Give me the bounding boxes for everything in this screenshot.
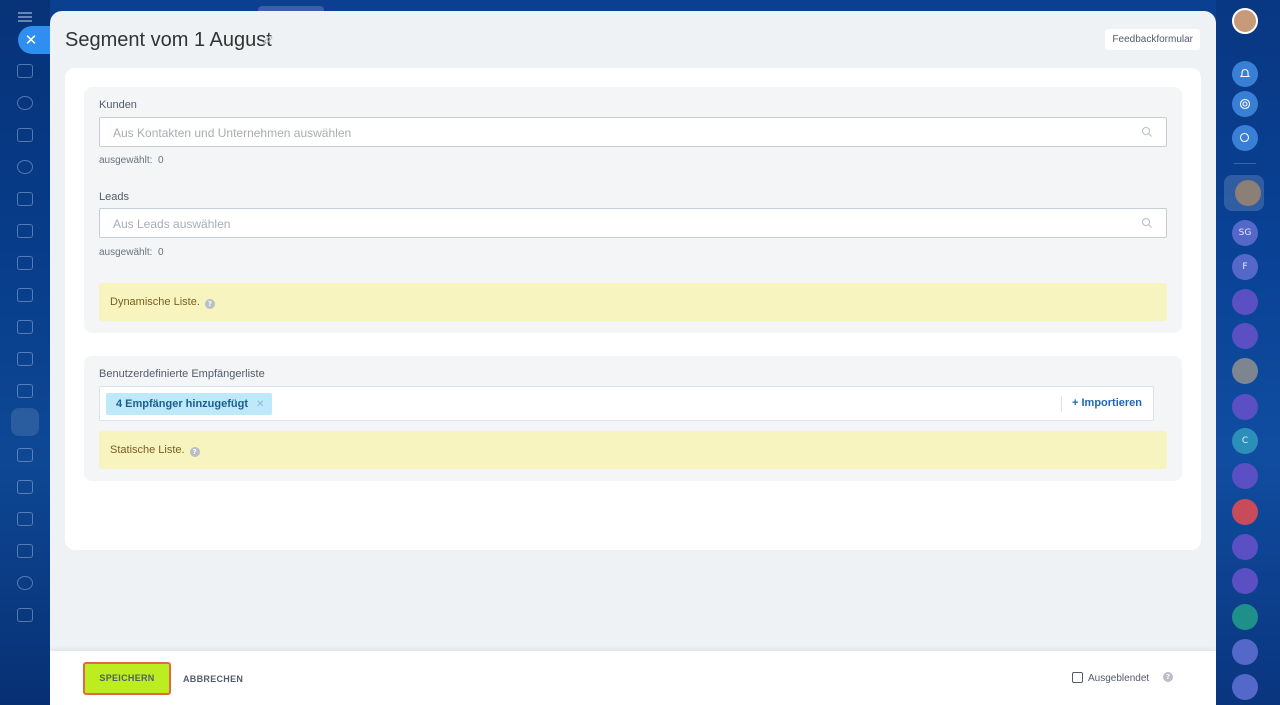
tag-text: 4 Empfänger hinzugefügt: [116, 398, 248, 410]
custom-list-label: Benutzerdefinierte Empfängerliste: [99, 368, 265, 380]
recipients-field[interactable]: 4 Empfänger hinzugefügt ✕ + Importieren: [99, 386, 1154, 421]
save-button[interactable]: SPEICHERN: [83, 662, 171, 695]
import-button[interactable]: + Importieren: [1072, 397, 1142, 409]
marketing-icon[interactable]: [11, 408, 39, 436]
openline-icon[interactable]: [1232, 323, 1258, 349]
openline-icon[interactable]: [1232, 568, 1258, 594]
lock-icon[interactable]: [1232, 604, 1258, 630]
notice-text: Dynamische Liste.?: [110, 296, 215, 309]
contact-avatar-photo[interactable]: [1232, 358, 1258, 384]
user-avatar[interactable]: [1232, 8, 1258, 34]
leads-search-input[interactable]: Aus Leads auswählen: [99, 208, 1167, 238]
dynamic-section: Kunden Aus Kontakten und Unternehmen aus…: [84, 87, 1182, 333]
static-section: Benutzerdefinierte Empfängerliste 4 Empf…: [84, 356, 1182, 481]
customers-label: Kunden: [99, 99, 137, 111]
openline-icon[interactable]: [1232, 394, 1258, 420]
dynamic-list-notice: Dynamische Liste.?: [99, 283, 1167, 321]
bell-icon[interactable]: [1232, 61, 1258, 87]
footer-bar: SPEICHERN ABBRECHEN Ausgeblendet ?: [50, 651, 1216, 705]
documents-icon[interactable]: [17, 192, 33, 206]
search-icon: [1141, 217, 1152, 228]
filter-icon[interactable]: [17, 480, 33, 494]
settings-icon[interactable]: [17, 576, 33, 590]
cancel-button[interactable]: ABBRECHEN: [183, 674, 243, 684]
close-icon[interactable]: ✕: [18, 26, 50, 54]
inventory-icon[interactable]: [17, 448, 33, 462]
remove-tag-icon[interactable]: ✕: [256, 399, 264, 410]
chat-icon[interactable]: [17, 320, 33, 334]
customers-placeholder: Aus Kontakten und Unternehmen auswählen: [113, 126, 352, 140]
leads-selected-count: ausgewählt: 0: [99, 247, 164, 258]
static-notice-text: Statische Liste.: [110, 444, 185, 456]
leads-label: Leads: [99, 191, 129, 203]
search-chat-icon[interactable]: [1232, 125, 1258, 151]
lock-icon[interactable]: [1232, 674, 1258, 700]
hidden-checkbox[interactable]: [1072, 672, 1083, 683]
menu-icon[interactable]: [18, 12, 32, 22]
feedback-button[interactable]: Feedbackformular: [1105, 29, 1200, 50]
segment-slider: Segment vom 1 August Feedbackformular Ku…: [50, 11, 1216, 705]
left-sidebar: [0, 0, 50, 705]
customers-search-input[interactable]: Aus Kontakten und Unternehmen auswählen: [99, 117, 1167, 147]
static-list-notice: Statische Liste.?: [99, 431, 1167, 469]
segment-card: Kunden Aus Kontakten und Unternehmen aus…: [65, 68, 1201, 550]
customers-selected-count: ausgewählt: 0: [99, 155, 164, 166]
dynamic-notice-text: Dynamische Liste.: [110, 296, 200, 308]
recipients-tag[interactable]: 4 Empfänger hinzugefügt ✕: [106, 393, 273, 415]
rail-divider: [1234, 163, 1256, 164]
analytics-icon[interactable]: [17, 352, 33, 366]
messages-icon[interactable]: [17, 512, 33, 526]
help-icon[interactable]: ?: [1163, 672, 1173, 682]
contact-avatar-c[interactable]: C: [1232, 428, 1258, 454]
contact-avatar[interactable]: [1235, 180, 1261, 206]
help-icon[interactable]: ?: [204, 299, 215, 309]
selected-value: 0: [157, 155, 164, 166]
edit-pencil-icon[interactable]: [263, 35, 273, 45]
contact-avatar-sg[interactable]: SG: [1232, 220, 1258, 246]
right-sidebar: SG F C: [1216, 0, 1280, 705]
contact-avatar-f[interactable]: F: [1232, 254, 1258, 280]
openline-icon[interactable]: [1232, 289, 1258, 315]
selected-value: 0: [157, 247, 164, 258]
feed-icon[interactable]: [17, 96, 33, 110]
cart-icon[interactable]: [17, 384, 33, 398]
selected-label: ausgewählt:: [99, 247, 153, 258]
search-icon: [1141, 126, 1152, 137]
target-icon[interactable]: [1232, 91, 1258, 117]
leads-placeholder: Aus Leads auswählen: [113, 217, 231, 231]
help-icon[interactable]: ?: [189, 447, 200, 457]
divider: [1061, 396, 1062, 412]
team-icon[interactable]: [17, 544, 33, 558]
apps-icon[interactable]: [17, 608, 33, 622]
openline-icon[interactable]: [1232, 463, 1258, 489]
checklist-icon[interactable]: [17, 288, 33, 302]
openline-icon[interactable]: [1232, 534, 1258, 560]
lock-icon[interactable]: [1232, 639, 1258, 665]
notice-text: Statische Liste.?: [110, 444, 200, 457]
home-icon[interactable]: [17, 64, 33, 78]
crm-icon[interactable]: [17, 224, 33, 238]
sites-icon[interactable]: [17, 256, 33, 270]
task-icon[interactable]: [1232, 499, 1258, 525]
selected-label: ausgewählt:: [99, 155, 153, 166]
hidden-label: Ausgeblendet: [1088, 673, 1150, 684]
contacts-icon[interactable]: [17, 160, 33, 174]
page-title: Segment vom 1 August: [65, 29, 272, 51]
tasks-icon[interactable]: [17, 128, 33, 142]
